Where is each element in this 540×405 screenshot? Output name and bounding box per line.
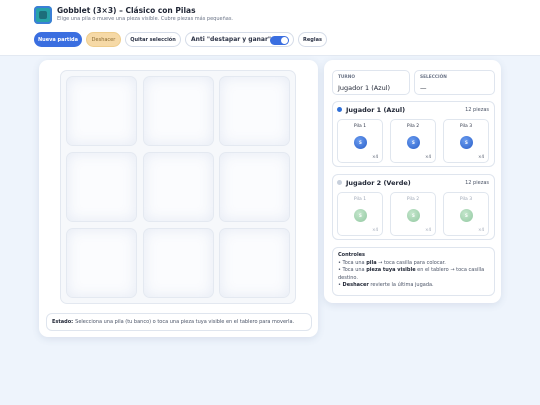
blue-piece: S	[407, 136, 420, 149]
controls-help: Controles • Toca una pila → toca casilla…	[332, 247, 495, 296]
board-cell-1-3[interactable]	[219, 76, 290, 146]
player-2-color-dot	[337, 180, 342, 185]
pile-label: Pila 2	[406, 124, 420, 129]
board-cell-2-1[interactable]	[66, 152, 137, 222]
player-1-pile-3[interactable]: Pila 3 S ×4	[443, 119, 489, 163]
rules-button[interactable]: Reglas	[298, 32, 327, 47]
green-piece: S	[354, 209, 367, 222]
status-bar: Estado: Selecciona una pila (tu banco) o…	[46, 313, 312, 331]
player-2-name: Jugador 2 (Verde)	[346, 179, 411, 187]
board-cell-2-2[interactable]	[143, 152, 214, 222]
player-2-pile-1[interactable]: Pila 1 S ×4	[337, 192, 383, 236]
clear-selection-button[interactable]: Quitar selección	[125, 32, 181, 47]
pile-count: ×4	[372, 154, 378, 159]
board-cell-1-1[interactable]	[66, 76, 137, 146]
player-2-piece-count: 12 piezas	[465, 180, 489, 186]
board-cell-3-1[interactable]	[66, 228, 137, 298]
blue-piece: S	[460, 136, 473, 149]
anti-uncover-win-option: Anti "destapar y ganar"	[185, 32, 294, 47]
pile-label: Pila 3	[459, 197, 473, 202]
player-1-color-dot	[337, 107, 342, 112]
status-text: Selecciona una pila (tu banco) o toca un…	[75, 319, 295, 325]
anti-uncover-win-toggle[interactable]	[270, 36, 289, 45]
turn-value: Jugador 1 (Azul)	[338, 84, 391, 92]
controls-line-1: • Toca una pila → toca casilla para colo…	[338, 259, 446, 266]
board-cell-1-2[interactable]	[143, 76, 214, 146]
pile-count: ×4	[478, 227, 484, 232]
pile-count: ×4	[478, 154, 484, 159]
board-cell-3-3[interactable]	[219, 228, 290, 298]
side-panel: TURNO Jugador 1 (Azul) SELECCIÓN — Jugad…	[324, 60, 501, 303]
pile-count: ×4	[425, 154, 431, 159]
player-1-pile-1[interactable]: Pila 1 S ×4	[337, 119, 383, 163]
status-label: Estado:	[52, 319, 74, 325]
selection-box: SELECCIÓN —	[414, 70, 495, 95]
board-cell-3-2[interactable]	[143, 228, 214, 298]
player-1-piece-count: 12 piezas	[465, 107, 489, 113]
green-piece: S	[407, 209, 420, 222]
pile-label: Pila 1	[353, 197, 367, 202]
board-cell-2-3[interactable]	[219, 152, 290, 222]
player-1-pile-2[interactable]: Pila 2 S ×4	[390, 119, 436, 163]
pile-count: ×4	[425, 227, 431, 232]
selection-value: —	[420, 84, 427, 92]
controls-line-3: • Deshacer revierte la última jugada.	[338, 282, 434, 289]
app-header: Gobblet (3×3) – Clásico con Pilas Elige …	[0, 0, 540, 56]
player-2-pile-2[interactable]: Pila 2 S ×4	[390, 192, 436, 236]
selection-label: SELECCIÓN	[420, 75, 447, 80]
controls-title: Controles	[338, 252, 366, 258]
pile-count: ×4	[372, 227, 378, 232]
player-1-card: Jugador 1 (Azul) 12 piezas Pila 1 S ×4 P…	[332, 101, 495, 167]
player-2-card: Jugador 2 (Verde) 12 piezas Pila 1 S ×4 …	[332, 174, 495, 240]
controls-line-2: • Toca una pieza tuya visible en el tabl…	[338, 267, 485, 281]
player-2-pile-3[interactable]: Pila 3 S ×4	[443, 192, 489, 236]
board-panel: Estado: Selecciona una pila (tu banco) o…	[39, 60, 318, 337]
pile-label: Pila 1	[353, 124, 367, 129]
turn-box: TURNO Jugador 1 (Azul)	[332, 70, 410, 95]
game-board	[60, 70, 296, 304]
pile-label: Pila 2	[406, 197, 420, 202]
anti-uncover-win-label: Anti "destapar y ganar"	[191, 36, 272, 43]
undo-button[interactable]: Deshacer	[86, 32, 121, 47]
app-title: Gobblet (3×3) – Clásico con Pilas	[57, 6, 196, 15]
turn-label: TURNO	[338, 75, 355, 80]
new-game-button[interactable]: Nueva partida	[34, 32, 82, 47]
green-piece: S	[460, 209, 473, 222]
app-subtitle: Elige una pila o mueve una pieza visible…	[57, 16, 234, 22]
pile-label: Pila 3	[459, 124, 473, 129]
app-logo-icon	[34, 6, 52, 24]
blue-piece: S	[354, 136, 367, 149]
player-1-name: Jugador 1 (Azul)	[346, 106, 406, 114]
